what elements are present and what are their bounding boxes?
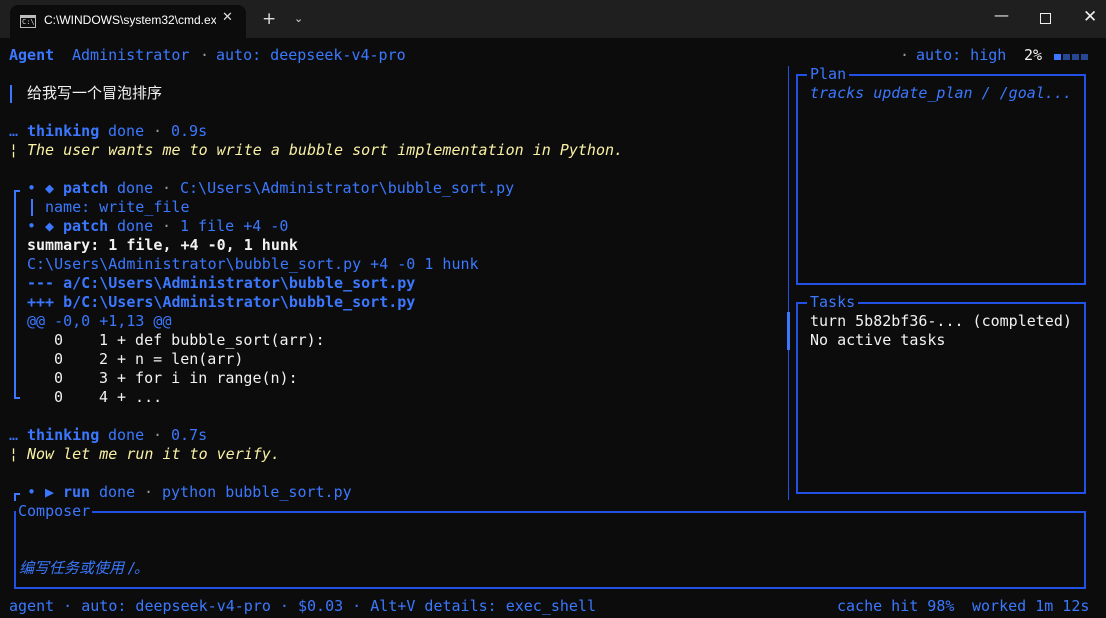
diff-added-line: + def bubble_sort(arr): xyxy=(117,331,325,349)
prompt-bar xyxy=(10,85,12,103)
chevron-down-icon[interactable]: ⌄ xyxy=(294,12,303,25)
model-label: auto: deepseek-v4-pro xyxy=(216,46,406,64)
tab-close-icon[interactable]: ✕ xyxy=(222,10,233,25)
minimize-button[interactable]: — xyxy=(994,6,1009,24)
diff-minus-line: --- a/C:\Users\Administrator\bubble_sort… xyxy=(27,274,416,292)
scrollbar-thumb[interactable] xyxy=(787,312,790,350)
diff-file-line: C:\Users\Administrator\bubble_sort.py +4… xyxy=(27,255,479,273)
diff-added-line: + for i in range(n): xyxy=(117,369,298,387)
diff-old-line-number: 0 xyxy=(54,350,64,368)
context-progress-bar xyxy=(1054,54,1090,60)
tool-group-bracket xyxy=(14,190,16,398)
diff-old-line-number: 0 xyxy=(54,388,64,406)
close-window-button[interactable]: ✕ xyxy=(1083,7,1097,27)
patch-path: C:\Users\Administrator\bubble_sort.py xyxy=(180,179,515,197)
run-bullet: • xyxy=(27,483,37,501)
task-item: turn 5b82bf36-... (completed) xyxy=(810,312,1072,330)
tasks-title: Tasks xyxy=(807,294,859,310)
diff-new-line-number: 2 xyxy=(99,350,109,368)
thinking-status: done xyxy=(108,426,145,444)
thinking-separator: · xyxy=(153,426,163,444)
run-label: run xyxy=(63,483,91,501)
patch-status: done xyxy=(117,217,154,235)
diamond-icon: ◆ xyxy=(45,179,55,197)
patch-status: done xyxy=(117,179,154,197)
header-separator: · xyxy=(200,46,210,64)
plan-panel xyxy=(796,74,1086,285)
title-bar: C:\ C:\WINDOWS\system32\cmd.exe ✕ + ⌄ — … xyxy=(0,0,1106,38)
composer-input[interactable]: 编写任务或使用 /。 xyxy=(19,559,149,578)
agent-label: Agent xyxy=(9,46,55,64)
thinking-dash: ¦ xyxy=(9,445,19,463)
diff-new-line-number: 3 xyxy=(99,369,109,387)
thinking-label: thinking xyxy=(27,122,100,140)
thinking-separator: · xyxy=(153,122,163,140)
worked-time: worked 1m 12s xyxy=(972,597,1090,615)
thinking-dash: ¦ xyxy=(9,141,19,159)
pane-divider xyxy=(788,66,789,500)
diff-old-line-number: 0 xyxy=(54,331,64,349)
thinking-text: Now let me run it to verify. xyxy=(27,445,280,463)
run-command: python bubble_sort.py xyxy=(162,483,352,501)
composer-panel[interactable] xyxy=(14,511,1086,589)
thinking-status: done xyxy=(108,122,145,140)
diff-new-line-number: 4 xyxy=(99,388,109,406)
new-tab-button[interactable]: + xyxy=(262,9,276,29)
diff-added-line: + ... xyxy=(117,388,163,406)
task-item: No active tasks xyxy=(810,331,946,349)
plan-title: Plan xyxy=(807,66,850,82)
patch-label: patch xyxy=(63,217,109,235)
cmd-icon: C:\ xyxy=(20,15,36,28)
plan-text: tracks update_plan / /goal... xyxy=(810,84,1072,102)
header-right-separator: · xyxy=(900,46,910,64)
context-percent: 2% xyxy=(1024,46,1043,64)
diff-added-line: + n = len(arr) xyxy=(117,350,244,368)
terminal-tab[interactable]: C:\ C:\WINDOWS\system32\cmd.exe ✕ xyxy=(10,5,246,38)
diff-hunk-header: @@ -0,0 +1,13 @@ xyxy=(27,312,172,330)
tab-title: C:\WINDOWS\system32\cmd.exe xyxy=(44,13,216,27)
patch-separator: · xyxy=(162,217,172,235)
diff-old-line-number: 0 xyxy=(54,369,64,387)
play-icon: ▶ xyxy=(45,483,55,501)
cache-hit: cache hit 98% xyxy=(837,597,955,615)
thinking-marker: … xyxy=(9,122,19,140)
effort-label: auto: high xyxy=(916,46,1007,64)
diff-new-line-number: 1 xyxy=(99,331,109,349)
patch-bullet: • xyxy=(27,179,37,197)
thinking-time: 0.7s xyxy=(171,426,208,444)
patch-summary: summary: 1 file, +4 -0, 1 hunk xyxy=(27,236,298,254)
diff-plus-line: +++ b/C:\Users\Administrator\bubble_sort… xyxy=(27,293,416,311)
composer-title: Composer xyxy=(16,502,93,520)
thinking-marker: … xyxy=(9,426,19,444)
thinking-text: The user wants me to write a bubble sort… xyxy=(27,141,624,159)
thinking-time: 0.9s xyxy=(171,122,208,140)
thinking-label: thinking xyxy=(27,426,100,444)
maximize-button[interactable] xyxy=(1040,13,1051,24)
patch-separator: · xyxy=(162,179,172,197)
patch-detail: 1 file +4 -0 xyxy=(180,217,289,235)
user-prompt: 给我写一个冒泡排序 xyxy=(27,84,163,102)
patch-label: patch xyxy=(63,179,109,197)
patch-bullet: • xyxy=(27,217,37,235)
patch-name-line: name: write_file xyxy=(45,198,190,216)
user-name: Administrator xyxy=(72,46,190,64)
status-footer: agent · auto: deepseek-v4-pro · $0.03 · … xyxy=(9,597,596,615)
run-status: done xyxy=(99,483,136,501)
run-separator: · xyxy=(144,483,154,501)
diamond-icon: ◆ xyxy=(45,217,55,235)
